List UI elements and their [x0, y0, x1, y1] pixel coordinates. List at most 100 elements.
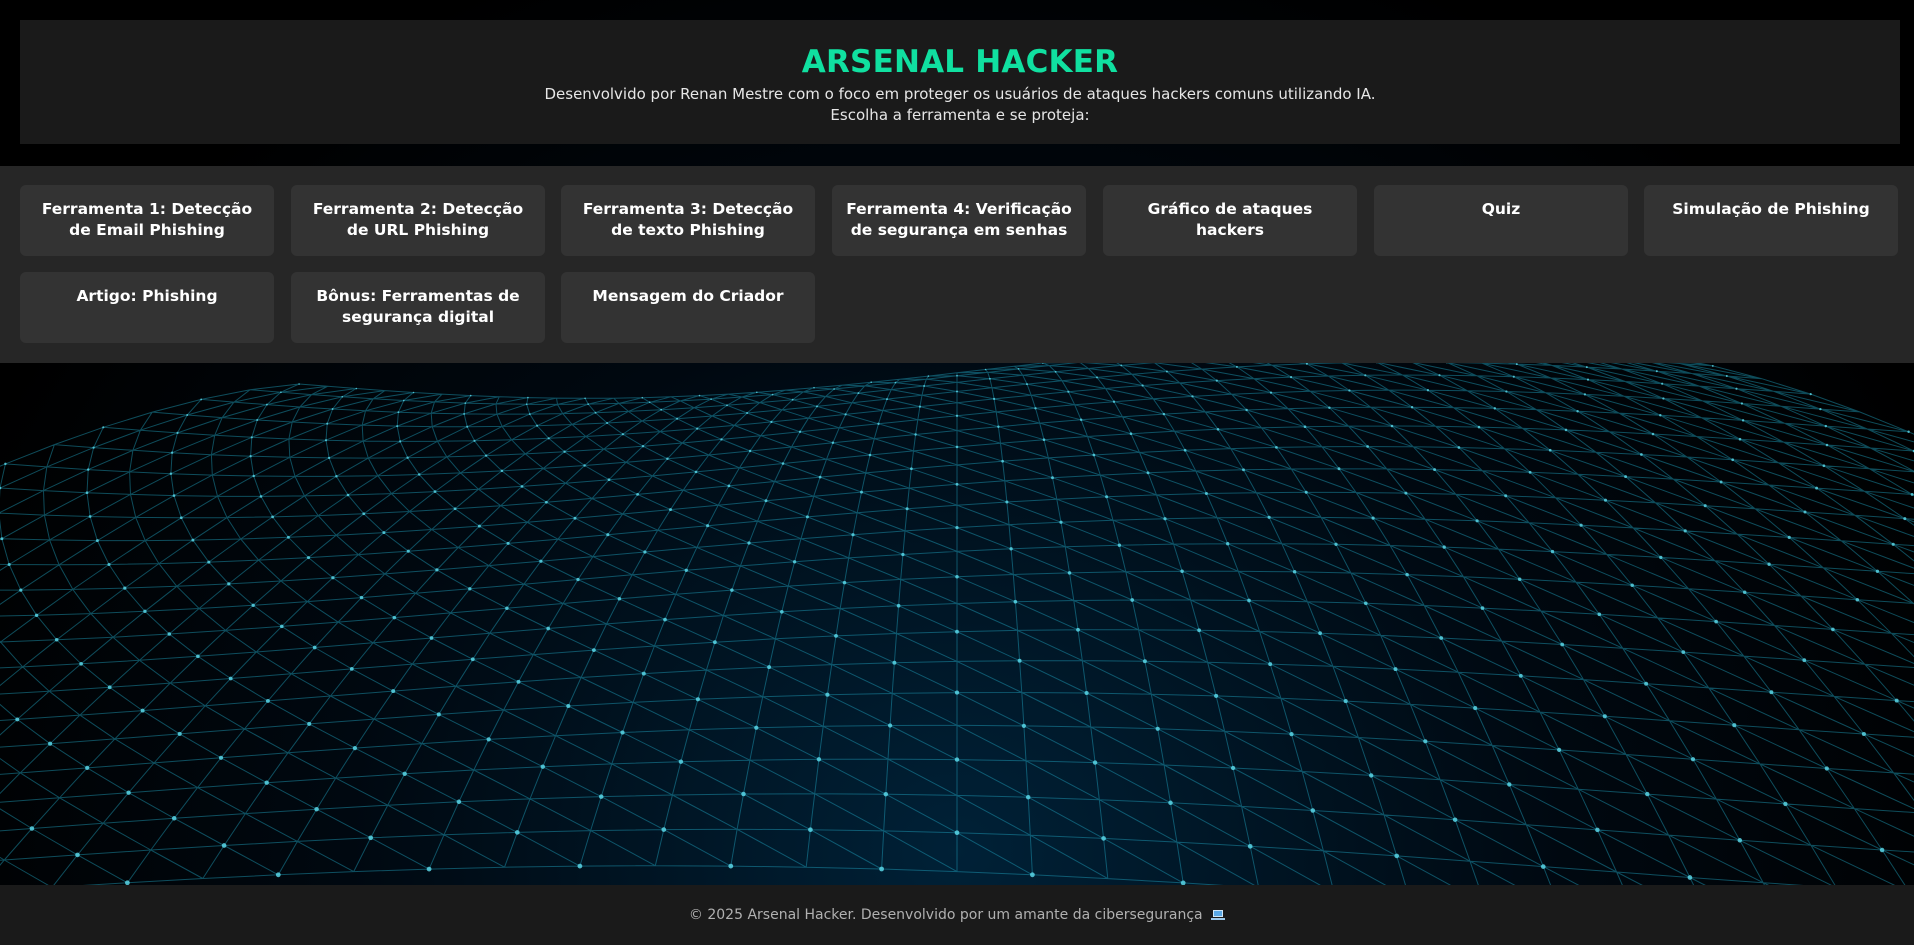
- mesh-node: [955, 526, 959, 530]
- mesh-node: [1348, 389, 1351, 392]
- mesh-node: [477, 524, 481, 528]
- mesh-node: [1732, 723, 1737, 728]
- mesh-node: [954, 757, 960, 762]
- tool-button-text-phishing[interactable]: Ferramenta 3: Detecção de texto Phishing: [561, 185, 815, 256]
- mesh-node: [1204, 491, 1208, 496]
- mesh-node: [1371, 516, 1375, 520]
- mesh-node: [1162, 412, 1166, 416]
- mesh-node: [352, 745, 358, 751]
- mesh-node: [341, 395, 344, 398]
- mesh-node: [1576, 409, 1579, 413]
- mesh-node: [436, 712, 441, 717]
- mesh-node: [453, 507, 457, 511]
- mesh-node: [894, 381, 897, 384]
- mesh-node: [86, 468, 90, 471]
- mesh-node: [200, 398, 203, 401]
- mesh-node: [791, 398, 794, 401]
- mesh-node: [79, 661, 83, 666]
- tool-button-bonus-tools[interactable]: Bônus: Ferramentas de segurança digital: [291, 272, 545, 343]
- mesh-node: [781, 462, 785, 465]
- mesh-node: [663, 617, 667, 622]
- tool-button-phishing-article[interactable]: Artigo: Phishing: [20, 272, 274, 343]
- mesh-node: [251, 603, 255, 607]
- mesh-node: [1903, 517, 1907, 521]
- mesh-node: [831, 441, 835, 445]
- mesh-node: [412, 391, 415, 394]
- mesh-node: [896, 603, 901, 608]
- tool-button-email-phishing[interactable]: Ferramenta 1: Detecção de Email Phishing: [20, 185, 274, 256]
- mesh-node: [1226, 542, 1230, 546]
- mesh-node: [984, 368, 987, 371]
- mesh-node: [710, 398, 712, 400]
- mesh-node: [1787, 535, 1791, 540]
- mesh-node: [1366, 445, 1369, 448]
- mesh-node: [362, 512, 366, 516]
- mesh-node: [870, 381, 872, 384]
- mesh-node: [191, 538, 195, 542]
- mesh-node: [818, 475, 822, 479]
- mesh-node: [666, 457, 669, 461]
- mesh-node: [468, 587, 472, 591]
- site-header: ARSENAL HACKER Desenvolvido por Renan Me…: [20, 20, 1900, 144]
- mesh-node: [955, 390, 959, 393]
- tool-button-password-check[interactable]: Ferramenta 4: Verificação de segurança e…: [832, 185, 1086, 256]
- mesh-node: [1505, 390, 1508, 393]
- tool-button-quiz[interactable]: Quiz: [1374, 185, 1628, 256]
- mesh-node: [107, 685, 112, 690]
- mesh-node: [816, 757, 822, 762]
- mesh-node: [1719, 480, 1723, 484]
- mesh-node: [1245, 408, 1248, 412]
- mesh-node: [95, 539, 99, 543]
- mesh-node: [860, 490, 863, 494]
- mesh-node: [813, 386, 815, 389]
- mesh-node: [48, 741, 53, 746]
- mesh-node: [392, 615, 397, 620]
- mesh-node: [1767, 562, 1771, 566]
- mesh-node: [265, 403, 268, 406]
- mesh-node: [660, 408, 663, 411]
- mesh-node: [1328, 406, 1331, 409]
- mesh-node: [842, 580, 847, 585]
- mesh-node: [1390, 424, 1394, 428]
- mesh-node: [1129, 432, 1133, 436]
- mesh-node: [265, 698, 270, 703]
- mesh-node: [280, 624, 284, 629]
- mesh-node: [327, 456, 331, 460]
- tool-button-creator-message[interactable]: Mensagem do Criador: [561, 272, 815, 343]
- mesh-node: [1683, 529, 1687, 533]
- mesh-node: [1504, 494, 1508, 498]
- mesh-node: [176, 431, 179, 434]
- mesh-node: [1822, 464, 1826, 468]
- mesh-node: [1583, 393, 1587, 396]
- mesh-node: [1457, 446, 1461, 449]
- mesh-node: [264, 780, 269, 785]
- mesh-node: [868, 453, 872, 457]
- mesh-node: [355, 387, 358, 390]
- mesh-node: [298, 383, 300, 385]
- tool-button-url-phishing[interactable]: Ferramenta 2: Detecção de URL Phishing: [291, 185, 545, 256]
- mesh-node: [1819, 407, 1822, 411]
- mesh-node: [1141, 384, 1144, 387]
- mesh-node: [520, 485, 524, 488]
- mesh-node: [1480, 606, 1485, 610]
- mesh-node: [307, 721, 312, 726]
- tool-button-phishing-simulation[interactable]: Simulação de Phishing: [1644, 185, 1898, 256]
- mesh-node: [1405, 572, 1409, 577]
- mesh-node: [382, 531, 386, 535]
- mesh-node: [695, 697, 700, 702]
- mesh-node: [1662, 397, 1665, 400]
- mesh-node: [1651, 432, 1655, 436]
- tool-button-attack-chart[interactable]: Gráfico de ataques hackers: [1103, 185, 1357, 256]
- mesh-node: [1640, 453, 1643, 456]
- mesh-node: [433, 490, 437, 493]
- mesh-node: [1507, 782, 1512, 787]
- mesh-node: [505, 606, 509, 610]
- mesh-node: [1369, 773, 1374, 778]
- mesh-node: [1597, 612, 1602, 617]
- mesh-node: [359, 595, 364, 600]
- mesh-node: [606, 533, 610, 537]
- mesh-node: [694, 470, 698, 474]
- mesh-node: [676, 417, 679, 420]
- mesh-node: [576, 577, 580, 582]
- mesh-node: [914, 433, 917, 436]
